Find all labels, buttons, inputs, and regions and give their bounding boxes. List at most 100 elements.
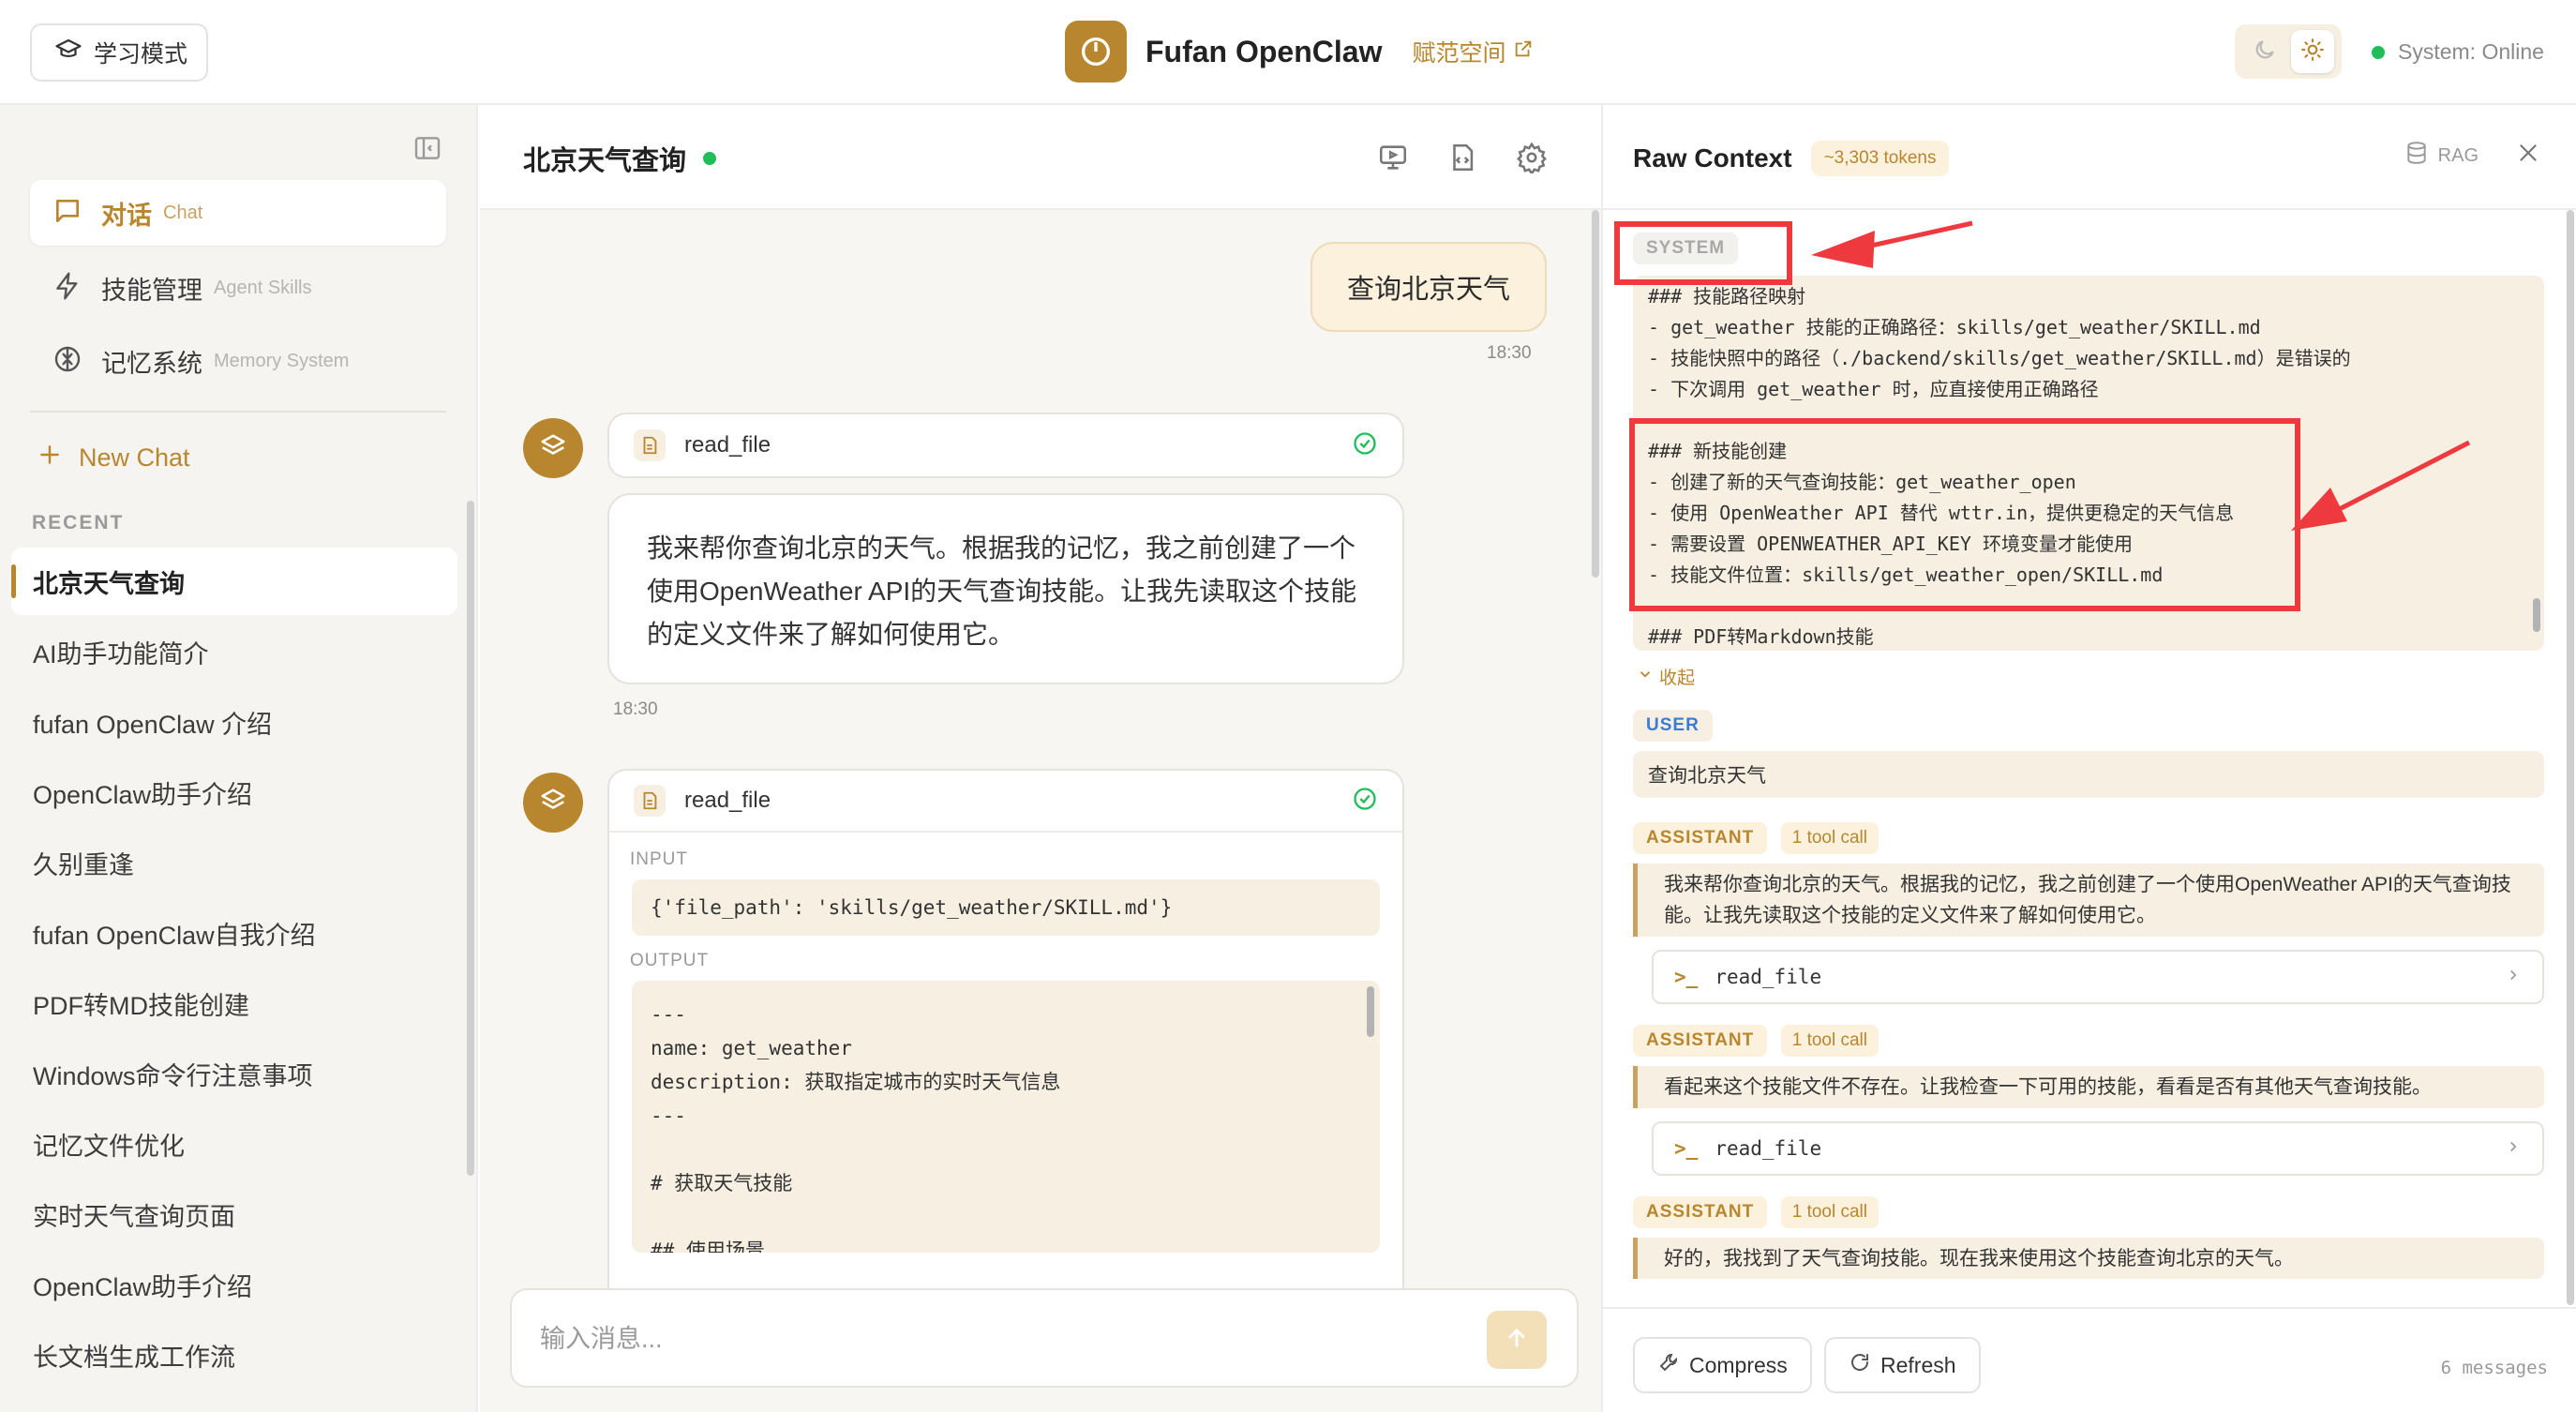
- brand-link-label: 赋范空间: [1412, 40, 1506, 67]
- system-box-scrollbar[interactable]: [2533, 598, 2540, 632]
- settings-gear-icon[interactable]: [1515, 141, 1549, 174]
- tool-call-header: read_file: [609, 771, 1402, 833]
- tool-call-card[interactable]: read_file: [607, 413, 1404, 478]
- assistant-context-message: 我来帮你查询北京的天气。根据我的记忆，我之前创建了一个使用OpenWeather…: [1633, 864, 2544, 937]
- sidebar-divider: [30, 411, 446, 413]
- chat-panel: 北京天气查询 查询北京天气 18:30 read_file 我来帮你查询北京的天…: [480, 105, 1601, 1412]
- history-item[interactable]: 实时天气查询页面: [11, 1180, 457, 1248]
- user-message-text: 查询北京天气: [1346, 275, 1510, 305]
- history-item[interactable]: fufan OpenClaw 介绍: [11, 688, 457, 756]
- new-chat-button[interactable]: New Chat: [37, 443, 190, 473]
- assistant-message-time: 18:30: [613, 699, 658, 719]
- system-line: - 技能快照中的路径（./backend/skills/get_weather/…: [1648, 347, 2351, 369]
- raw-context-panel: Raw Context ~3,303 tokens RAG SYSTEM ###…: [1601, 105, 2576, 1412]
- tool-call-row[interactable]: >_ read_file: [1652, 950, 2544, 1004]
- file-icon: [634, 785, 666, 817]
- send-button[interactable]: [1487, 1311, 1547, 1369]
- history-item[interactable]: AI助手功能简介: [11, 618, 457, 685]
- output-line: description: 获取指定城市的实时天气信息: [651, 1071, 1061, 1093]
- history-item[interactable]: 长文档生成工作流: [11, 1321, 457, 1389]
- brand: Fufan OpenClaw 赋范空间: [1065, 21, 1534, 83]
- refresh-label: Refresh: [1880, 1352, 1956, 1377]
- system-line: ### PDF转Markdown技能: [1648, 625, 1874, 648]
- tool-name: read_file: [684, 788, 771, 813]
- sidebar-scrollbar[interactable]: [467, 501, 474, 1176]
- refresh-button[interactable]: Refresh: [1824, 1337, 1981, 1393]
- assistant-role-badge: ASSISTANT: [1633, 1196, 1768, 1228]
- sidebar-collapse-icon[interactable]: [412, 133, 442, 168]
- raw-context-title-text: Raw Context: [1633, 143, 1792, 173]
- output-line: ---: [651, 1003, 686, 1026]
- sun-icon: [2300, 38, 2325, 67]
- output-line: ## 使用场景: [651, 1239, 765, 1253]
- brand-external-link[interactable]: 赋范空间: [1412, 35, 1534, 68]
- top-bar: 学习模式 Fufan OpenClaw 赋范空间 System: Online: [0, 0, 2576, 105]
- raw-context-actions: RAG: [2404, 141, 2540, 171]
- close-icon[interactable]: [2516, 141, 2540, 171]
- history-item[interactable]: 久别重逢: [11, 829, 457, 896]
- assistant-context-message: 好的，我找到了天气查询技能。现在我来使用这个技能查询北京的天气。: [1633, 1238, 2544, 1279]
- study-mode-button[interactable]: 学习模式: [30, 23, 208, 82]
- arrow-up-icon: [1504, 1325, 1530, 1356]
- layers-icon: [539, 432, 567, 465]
- output-scrollbar[interactable]: [1367, 986, 1374, 1037]
- tool-call-count-badge: 1 tool call: [1780, 822, 1879, 854]
- monitor-icon[interactable]: [1376, 141, 1410, 174]
- message-input[interactable]: [540, 1316, 1384, 1361]
- nav-memory-label: 记忆系统: [101, 349, 202, 378]
- history-item[interactable]: OpenClaw助手介绍: [11, 759, 457, 826]
- database-icon: [2404, 141, 2429, 171]
- file-code-icon[interactable]: [1445, 141, 1479, 174]
- history-item[interactable]: OpenClaw助手介绍: [11, 1251, 457, 1318]
- new-chat-label: New Chat: [79, 443, 190, 472]
- nav-memory-sublabel: Memory System: [214, 350, 350, 371]
- chat-scrollbar[interactable]: [1592, 210, 1599, 578]
- raw-context-footer: Compress Refresh 6 messages: [1603, 1307, 2576, 1412]
- tool-call-name: read_file: [1715, 966, 1822, 988]
- assistant-context-message: 看起来这个技能文件不存在。让我检查一下可用的技能，看看是否有其他天气查询技能。: [1633, 1066, 2544, 1108]
- check-circle-icon: [1352, 430, 1378, 461]
- tool-call-count-badge: 1 tool call: [1780, 1196, 1879, 1228]
- nav-agent-skills[interactable]: 技能管理 Agent Skills: [30, 255, 446, 321]
- study-mode-label: 学习模式: [94, 41, 188, 68]
- tool-name: read_file: [684, 432, 771, 458]
- compress-button[interactable]: Compress: [1633, 1337, 1812, 1393]
- external-link-icon: [1513, 38, 1534, 66]
- tool-call-count-badge: 1 tool call: [1780, 1025, 1879, 1057]
- tool-input-label: INPUT: [630, 849, 688, 869]
- nav-memory-system[interactable]: 记忆系统 Memory System: [30, 328, 446, 394]
- annotation-box-new-skill: [1629, 418, 2300, 611]
- tool-call-header: read_file: [609, 414, 1402, 476]
- output-line: # 获取天气技能: [651, 1172, 793, 1194]
- nav-chat-sublabel: Chat: [163, 202, 203, 223]
- sidebar: 对话 Chat 技能管理 Agent Skills 记忆系统 Memory Sy…: [0, 105, 478, 1412]
- wrench-icon: [1657, 1351, 1680, 1379]
- compress-label: Compress: [1689, 1352, 1788, 1377]
- tool-input-value: {'file_path': 'skills/get_weather/SKILL.…: [632, 879, 1380, 936]
- raw-context-title: Raw Context ~3,303 tokens: [1633, 141, 1950, 176]
- file-icon: [634, 429, 666, 461]
- system-line: - get_weather 技能的正确路径：skills/get_weather…: [1648, 316, 2261, 338]
- history-item[interactable]: 记忆文件优化: [11, 1110, 457, 1178]
- dark-mode-button[interactable]: [2243, 30, 2286, 73]
- tool-call-row[interactable]: >_ read_file: [1652, 1121, 2544, 1176]
- rag-label: RAG: [2437, 144, 2479, 166]
- light-mode-button[interactable]: [2290, 30, 2334, 73]
- history-item[interactable]: 北京天气查询: [11, 548, 457, 615]
- refresh-icon: [1849, 1351, 1871, 1379]
- history-item[interactable]: Windows命令行注意事项: [11, 1040, 457, 1107]
- nav-chat[interactable]: 对话 Chat: [30, 180, 446, 246]
- history-item[interactable]: fufan OpenClaw自我介绍: [11, 899, 457, 967]
- assistant-message-bubble: 我来帮你查询北京的天气。根据我的记忆，我之前创建了一个使用OpenWeather…: [607, 493, 1404, 684]
- chat-header: 北京天气查询: [480, 105, 1601, 210]
- nav-skills-sublabel: Agent Skills: [214, 277, 312, 298]
- collapse-button[interactable]: 收起: [1637, 664, 2544, 689]
- rag-button[interactable]: RAG: [2404, 141, 2479, 171]
- tool-call-card-expanded[interactable]: read_file INPUT {'file_path': 'skills/ge…: [607, 769, 1404, 1378]
- history-item[interactable]: PDF转MD技能创建: [11, 969, 457, 1037]
- raw-context-scrollbar[interactable]: [2567, 210, 2574, 1305]
- theme-toggle: [2235, 24, 2342, 79]
- chat-title: 北京天气查询: [523, 139, 717, 178]
